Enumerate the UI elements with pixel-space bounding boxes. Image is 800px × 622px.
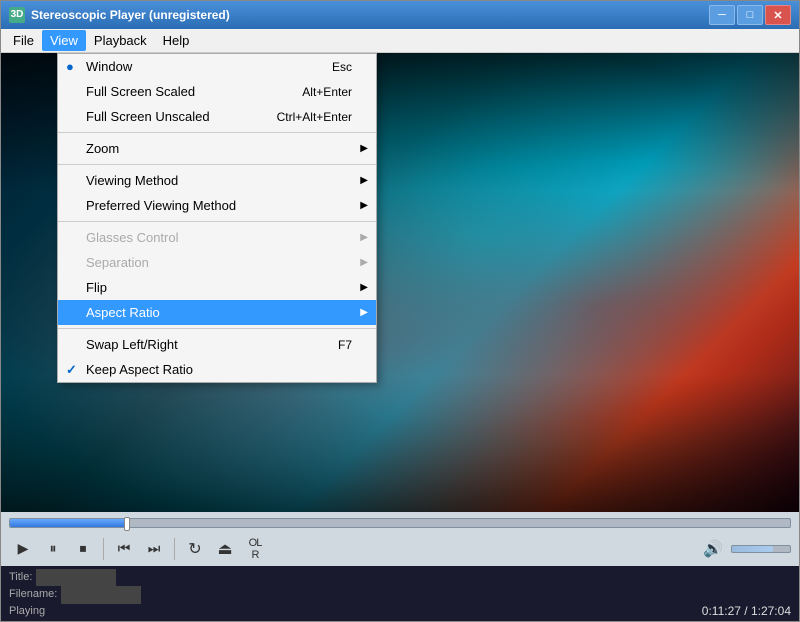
next-button[interactable]: ⏭ [140, 536, 168, 562]
pause-button[interactable]: ⏸ [39, 536, 67, 562]
title-label: Title: [9, 569, 32, 587]
minimize-button[interactable]: ─ [709, 5, 735, 25]
menu-item-aspect-ratio[interactable]: Aspect Ratio [58, 300, 376, 325]
ctrl-separator-2 [174, 538, 175, 560]
filename-value [61, 586, 141, 604]
status-title-row: Title: [9, 569, 791, 587]
main-window: 3D Stereoscopic Player (unregistered) ─ … [0, 0, 800, 622]
menu-item-window[interactable]: ● Window Esc [58, 54, 376, 79]
menu-item-glasses-control: Glasses Control [58, 225, 376, 250]
volume-slider[interactable] [731, 545, 791, 553]
progress-bar-fill [10, 519, 127, 527]
menu-help[interactable]: Help [155, 30, 198, 51]
playing-status: Playing [9, 605, 45, 617]
separator-2 [58, 164, 376, 165]
menu-item-swap-left-right[interactable]: Swap Left/Right F7 [58, 332, 376, 357]
menu-item-preferred-viewing-method[interactable]: Preferred Viewing Method [58, 193, 376, 218]
status-filename-row: Filename: [9, 586, 791, 604]
volume-area: 🔊 [699, 536, 791, 562]
volume-fill [732, 546, 773, 552]
status-bottom-bar: Playing 0:11:27 / 1:27:04 [9, 604, 791, 618]
filename-label: Filename: [9, 586, 57, 604]
view-dropdown-menu: ● Window Esc Full Screen Scaled Alt+Ente… [57, 53, 377, 383]
progress-bar-container[interactable] [1, 512, 799, 532]
controls-buttons: ▶ ⏸ ⏹ ⏮ ⏭ ↻ ⏏ OLR 🔊 [1, 532, 799, 566]
menu-item-viewing-method[interactable]: Viewing Method [58, 168, 376, 193]
menu-item-separation: Separation [58, 250, 376, 275]
separator-1 [58, 132, 376, 133]
ctrl-separator-1 [103, 538, 104, 560]
window-title: Stereoscopic Player (unregistered) [31, 8, 230, 22]
video-area: ● Window Esc Full Screen Scaled Alt+Ente… [1, 53, 799, 512]
menu-bar: File View Playback Help [1, 29, 799, 53]
volume-icon-button[interactable]: 🔊 [699, 536, 727, 562]
play-button[interactable]: ▶ [9, 536, 37, 562]
progress-bar-track[interactable] [9, 518, 791, 528]
separator-3 [58, 221, 376, 222]
maximize-button[interactable]: □ [737, 5, 763, 25]
separator-4 [58, 328, 376, 329]
menu-item-fullscreen-unscaled[interactable]: Full Screen Unscaled Ctrl+Alt+Enter [58, 104, 376, 129]
time-display: 0:11:27 / 1:27:04 [702, 604, 791, 618]
menu-item-keep-aspect-ratio[interactable]: ✓ Keep Aspect Ratio [58, 357, 376, 382]
controls-area: ▶ ⏸ ⏹ ⏮ ⏭ ↻ ⏏ OLR 🔊 [1, 512, 799, 566]
eject-button[interactable]: ⏏ [211, 536, 239, 562]
menu-file[interactable]: File [5, 30, 42, 51]
keep-aspect-check-icon: ✓ [66, 362, 77, 378]
prev-button[interactable]: ⏮ [110, 536, 138, 562]
stop-button[interactable]: ⏹ [69, 536, 97, 562]
mode-button[interactable]: OLR [241, 536, 269, 562]
loop-button[interactable]: ↻ [181, 536, 209, 562]
menu-view[interactable]: View [42, 30, 86, 51]
title-bar: 3D Stereoscopic Player (unregistered) ─ … [1, 1, 799, 29]
title-value [36, 569, 116, 587]
menu-item-fullscreen-scaled[interactable]: Full Screen Scaled Alt+Enter [58, 79, 376, 104]
close-button[interactable]: ✕ [765, 5, 791, 25]
window-controls: ─ □ ✕ [709, 5, 791, 25]
window-check-icon: ● [66, 59, 74, 74]
progress-thumb[interactable] [124, 517, 130, 531]
status-bar: Title: Filename: Playing 0:11:27 / 1:27:… [1, 566, 799, 621]
menu-item-zoom[interactable]: Zoom [58, 136, 376, 161]
app-icon: 3D [9, 7, 25, 23]
menu-playback[interactable]: Playback [86, 30, 155, 51]
menu-item-flip[interactable]: Flip [58, 275, 376, 300]
